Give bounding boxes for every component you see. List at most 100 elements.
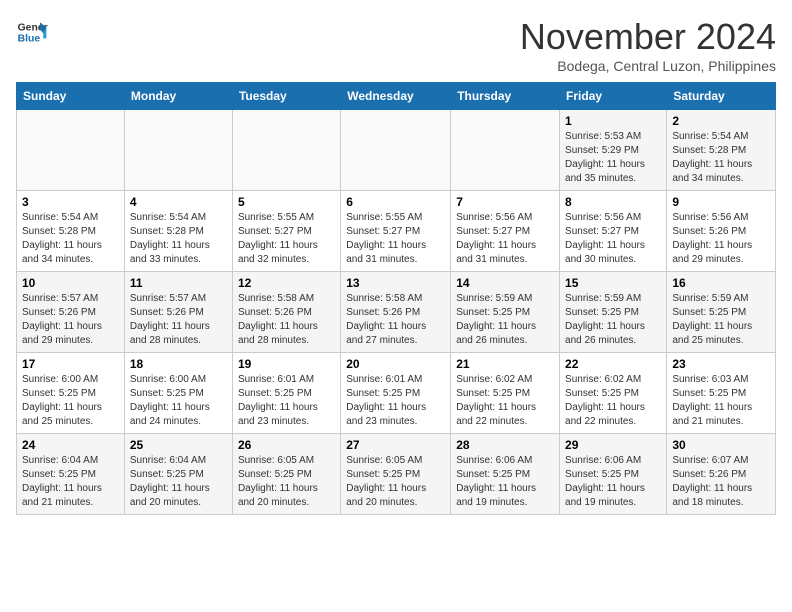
day-number: 21 [456, 357, 554, 371]
calendar-cell: 3 Sunrise: 5:54 AM Sunset: 5:28 PM Daylig… [17, 191, 125, 272]
day-info: Sunrise: 5:56 AM Sunset: 5:27 PM Dayligh… [456, 211, 554, 267]
day-number: 22 [565, 357, 661, 371]
day-number: 26 [238, 438, 335, 452]
day-number: 11 [130, 276, 227, 290]
day-number: 27 [346, 438, 445, 452]
day-info: Sunrise: 6:06 AM Sunset: 5:25 PM Dayligh… [456, 454, 554, 510]
day-number: 16 [672, 276, 770, 290]
calendar-cell [124, 110, 232, 191]
day-number: 8 [565, 195, 661, 209]
day-number: 9 [672, 195, 770, 209]
week-row-2: 3 Sunrise: 5:54 AM Sunset: 5:28 PM Daylig… [17, 191, 776, 272]
calendar-cell: 6 Sunrise: 5:55 AM Sunset: 5:27 PM Daylig… [341, 191, 451, 272]
day-number: 18 [130, 357, 227, 371]
calendar-cell: 11 Sunrise: 5:57 AM Sunset: 5:26 PM Dayli… [124, 272, 232, 353]
day-info: Sunrise: 5:56 AM Sunset: 5:26 PM Dayligh… [672, 211, 770, 267]
day-number: 7 [456, 195, 554, 209]
day-info: Sunrise: 5:54 AM Sunset: 5:28 PM Dayligh… [22, 211, 119, 267]
weekday-header-thursday: Thursday [451, 83, 560, 110]
calendar-cell: 15 Sunrise: 5:59 AM Sunset: 5:25 PM Dayli… [560, 272, 667, 353]
calendar-cell: 20 Sunrise: 6:01 AM Sunset: 5:25 PM Dayli… [341, 353, 451, 434]
weekday-header-row: SundayMondayTuesdayWednesdayThursdayFrid… [17, 83, 776, 110]
day-info: Sunrise: 6:01 AM Sunset: 5:25 PM Dayligh… [238, 373, 335, 429]
week-row-4: 17Sunrise: 6:00 AM Sunset: 5:25 PM Dayli… [17, 353, 776, 434]
day-number: 29 [565, 438, 661, 452]
calendar-cell: 26 Sunrise: 6:05 AM Sunset: 5:25 PM Dayli… [232, 434, 340, 515]
calendar-cell: 23 Sunrise: 6:03 AM Sunset: 5:25 PM Dayli… [667, 353, 776, 434]
calendar-cell [341, 110, 451, 191]
calendar-cell: 24 Sunrise: 6:04 AM Sunset: 5:25 PM Dayli… [17, 434, 125, 515]
calendar-cell [17, 110, 125, 191]
day-number: 20 [346, 357, 445, 371]
calendar-cell [451, 110, 560, 191]
day-info: Sunrise: 6:04 AM Sunset: 5:25 PM Dayligh… [22, 454, 119, 510]
calendar-cell: 17Sunrise: 6:00 AM Sunset: 5:25 PM Dayli… [17, 353, 125, 434]
calendar-cell: 21 Sunrise: 6:02 AM Sunset: 5:25 PM Dayli… [451, 353, 560, 434]
day-number: 2 [672, 114, 770, 128]
week-row-3: 10Sunrise: 5:57 AM Sunset: 5:26 PM Dayli… [17, 272, 776, 353]
day-info: Sunrise: 5:59 AM Sunset: 5:25 PM Dayligh… [456, 292, 554, 348]
day-number: 15 [565, 276, 661, 290]
day-number: 12 [238, 276, 335, 290]
page-header: General Blue November 2024 Bodega, Centr… [16, 16, 776, 74]
day-number: 6 [346, 195, 445, 209]
day-number: 4 [130, 195, 227, 209]
day-number: 14 [456, 276, 554, 290]
calendar-cell: 5 Sunrise: 5:55 AM Sunset: 5:27 PM Daylig… [232, 191, 340, 272]
day-info: Sunrise: 6:07 AM Sunset: 5:26 PM Dayligh… [672, 454, 770, 510]
weekday-header-saturday: Saturday [667, 83, 776, 110]
logo-icon: General Blue [16, 16, 48, 48]
weekday-header-friday: Friday [560, 83, 667, 110]
calendar-cell: 25 Sunrise: 6:04 AM Sunset: 5:25 PM Dayli… [124, 434, 232, 515]
calendar-cell: 16Sunrise: 5:59 AM Sunset: 5:25 PM Dayli… [667, 272, 776, 353]
weekday-header-wednesday: Wednesday [341, 83, 451, 110]
calendar-cell: 4 Sunrise: 5:54 AM Sunset: 5:28 PM Daylig… [124, 191, 232, 272]
calendar-cell: 9 Sunrise: 5:56 AM Sunset: 5:26 PM Daylig… [667, 191, 776, 272]
day-info: Sunrise: 5:56 AM Sunset: 5:27 PM Dayligh… [565, 211, 661, 267]
day-number: 23 [672, 357, 770, 371]
day-info: Sunrise: 6:01 AM Sunset: 5:25 PM Dayligh… [346, 373, 445, 429]
calendar-cell: 7 Sunrise: 5:56 AM Sunset: 5:27 PM Daylig… [451, 191, 560, 272]
calendar-cell: 22 Sunrise: 6:02 AM Sunset: 5:25 PM Dayli… [560, 353, 667, 434]
calendar-cell: 2Sunrise: 5:54 AM Sunset: 5:28 PM Daylig… [667, 110, 776, 191]
day-info: Sunrise: 6:02 AM Sunset: 5:25 PM Dayligh… [456, 373, 554, 429]
title-block: November 2024 Bodega, Central Luzon, Phi… [520, 16, 776, 74]
day-info: Sunrise: 6:05 AM Sunset: 5:25 PM Dayligh… [238, 454, 335, 510]
weekday-header-monday: Monday [124, 83, 232, 110]
day-info: Sunrise: 5:57 AM Sunset: 5:26 PM Dayligh… [22, 292, 119, 348]
day-info: Sunrise: 5:59 AM Sunset: 5:25 PM Dayligh… [565, 292, 661, 348]
calendar-cell: 14 Sunrise: 5:59 AM Sunset: 5:25 PM Dayli… [451, 272, 560, 353]
day-info: Sunrise: 6:06 AM Sunset: 5:25 PM Dayligh… [565, 454, 661, 510]
location: Bodega, Central Luzon, Philippines [520, 58, 776, 74]
day-info: Sunrise: 5:54 AM Sunset: 5:28 PM Dayligh… [130, 211, 227, 267]
day-number: 25 [130, 438, 227, 452]
day-info: Sunrise: 6:03 AM Sunset: 5:25 PM Dayligh… [672, 373, 770, 429]
calendar-cell: 13 Sunrise: 5:58 AM Sunset: 5:26 PM Dayli… [341, 272, 451, 353]
week-row-5: 24 Sunrise: 6:04 AM Sunset: 5:25 PM Dayli… [17, 434, 776, 515]
calendar-cell: 10Sunrise: 5:57 AM Sunset: 5:26 PM Dayli… [17, 272, 125, 353]
calendar-cell: 18Sunrise: 6:00 AM Sunset: 5:25 PM Dayli… [124, 353, 232, 434]
day-info: Sunrise: 5:55 AM Sunset: 5:27 PM Dayligh… [238, 211, 335, 267]
day-number: 17 [22, 357, 119, 371]
day-number: 13 [346, 276, 445, 290]
day-info: Sunrise: 6:04 AM Sunset: 5:25 PM Dayligh… [130, 454, 227, 510]
calendar-cell: 12Sunrise: 5:58 AM Sunset: 5:26 PM Dayli… [232, 272, 340, 353]
month-title: November 2024 [520, 16, 776, 58]
weekday-header-sunday: Sunday [17, 83, 125, 110]
calendar-cell: 1Sunrise: 5:53 AM Sunset: 5:29 PM Daylig… [560, 110, 667, 191]
calendar-cell: 28Sunrise: 6:06 AM Sunset: 5:25 PM Dayli… [451, 434, 560, 515]
calendar-table: SundayMondayTuesdayWednesdayThursdayFrid… [16, 82, 776, 515]
day-info: Sunrise: 5:57 AM Sunset: 5:26 PM Dayligh… [130, 292, 227, 348]
day-number: 1 [565, 114, 661, 128]
day-info: Sunrise: 5:58 AM Sunset: 5:26 PM Dayligh… [346, 292, 445, 348]
calendar-cell [232, 110, 340, 191]
day-info: Sunrise: 6:05 AM Sunset: 5:25 PM Dayligh… [346, 454, 445, 510]
day-info: Sunrise: 6:02 AM Sunset: 5:25 PM Dayligh… [565, 373, 661, 429]
day-number: 5 [238, 195, 335, 209]
calendar-cell: 30Sunrise: 6:07 AM Sunset: 5:26 PM Dayli… [667, 434, 776, 515]
calendar-cell: 27 Sunrise: 6:05 AM Sunset: 5:25 PM Dayli… [341, 434, 451, 515]
calendar-cell: 19Sunrise: 6:01 AM Sunset: 5:25 PM Dayli… [232, 353, 340, 434]
day-number: 3 [22, 195, 119, 209]
day-info: Sunrise: 5:55 AM Sunset: 5:27 PM Dayligh… [346, 211, 445, 267]
day-number: 24 [22, 438, 119, 452]
